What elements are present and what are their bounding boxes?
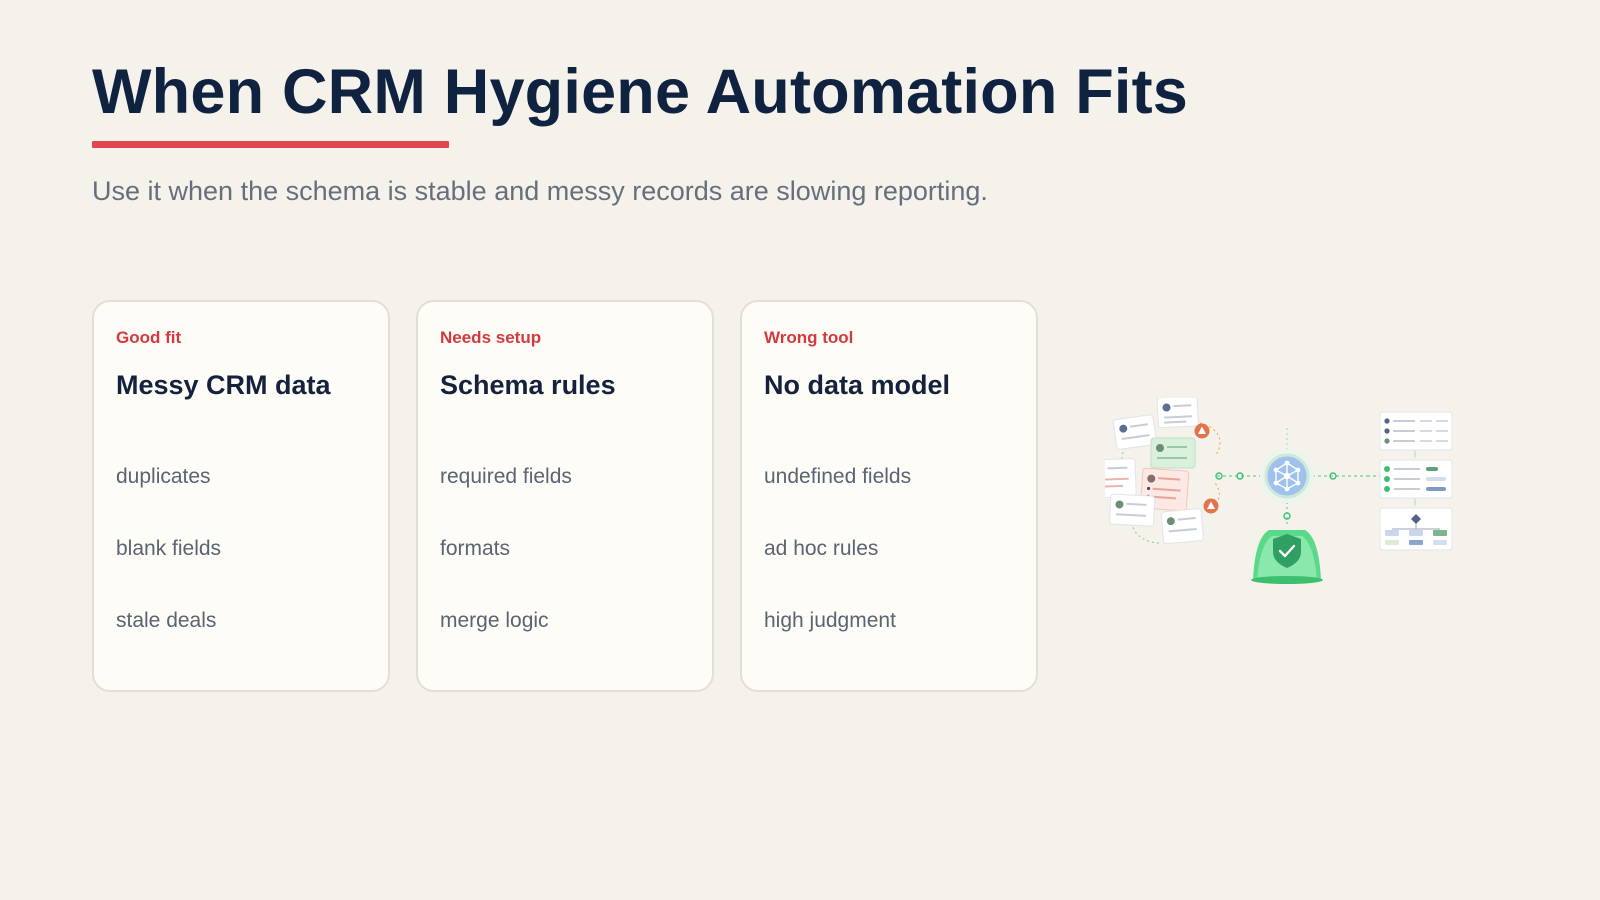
contact-card-icon: [1105, 398, 1204, 545]
warning-icon: [1194, 423, 1219, 514]
card-item: duplicates: [116, 465, 211, 488]
card-item: required fields: [440, 465, 572, 488]
shield-check-icon: [1251, 530, 1323, 584]
card-item: high judgment: [764, 609, 896, 632]
card-wrong-tool: Wrong tool No data model undefined field…: [740, 300, 1038, 692]
page-title: When CRM Hygiene Automation Fits: [92, 57, 1189, 127]
card-needs-setup: Needs setup Schema rules required fields…: [416, 300, 714, 692]
card-item: formats: [440, 537, 511, 560]
title-underline: [92, 141, 449, 148]
card-good-fit: Good fit Messy CRM data duplicates blank…: [92, 300, 390, 692]
card-item: merge logic: [440, 609, 549, 632]
flowchart-icon: [1379, 507, 1453, 551]
card-item: undefined fields: [764, 465, 912, 488]
card-item-list: undefined fields ad hoc rules high judgm…: [764, 465, 911, 681]
card-item: ad hoc rules: [764, 537, 879, 560]
network-hub-icon: [1260, 449, 1314, 503]
card-title: Messy CRM data: [116, 370, 331, 400]
card-tag: Wrong tool: [764, 328, 854, 347]
crm-cleanup-illustration: [1105, 398, 1453, 584]
card-item: blank fields: [116, 537, 222, 560]
card-item-list: required fields formats merge logic: [440, 465, 572, 681]
card-title: Schema rules: [440, 370, 616, 400]
card-tag: Good fit: [116, 328, 182, 347]
card-item: stale deals: [116, 609, 217, 632]
page-subtitle: Use it when the schema is stable and mes…: [92, 176, 988, 206]
checklist-icon: [1379, 411, 1453, 499]
card-item-list: duplicates blank fields stale deals: [116, 465, 221, 681]
card-title: No data model: [764, 370, 951, 400]
fit-cards: Good fit Messy CRM data duplicates blank…: [92, 300, 1038, 692]
card-tag: Needs setup: [440, 328, 542, 347]
